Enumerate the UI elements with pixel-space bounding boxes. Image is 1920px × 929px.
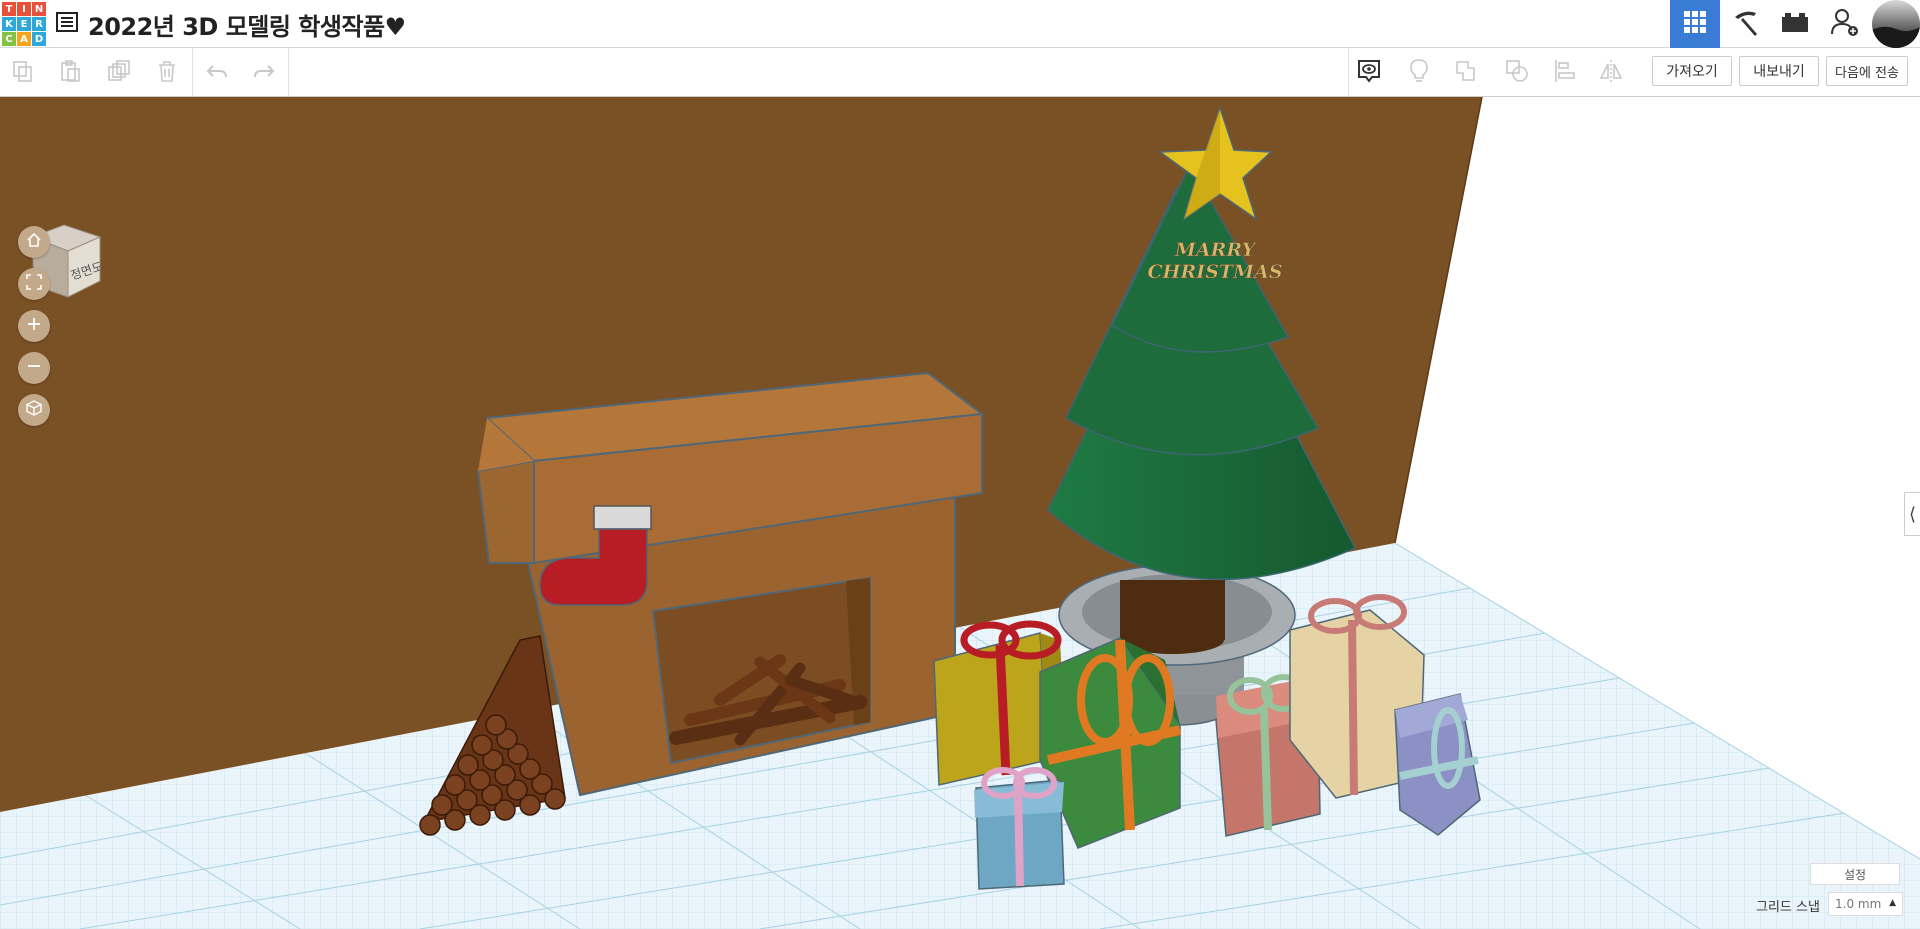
redo-button[interactable] <box>247 56 281 90</box>
grid-snap-label: 그리드 스냅 <box>1756 900 1820 915</box>
scene-text-line2[interactable]: CHRISTMAS <box>1147 261 1283 284</box>
header-actions <box>1670 0 1920 48</box>
grid-snap-value: 1.0 mm <box>1835 897 1882 911</box>
light-button[interactable] <box>1402 56 1436 90</box>
logo-letter: R <box>32 17 46 31</box>
cube-icon <box>26 400 42 420</box>
paste-button[interactable] <box>53 56 87 90</box>
toolbar-divider <box>288 48 289 96</box>
import-button[interactable]: 가져오기 <box>1652 56 1732 86</box>
ungroup-shapes-icon <box>1504 58 1530 88</box>
gift-blue[interactable] <box>974 767 1065 890</box>
toolbar-divider <box>1348 48 1349 96</box>
toolbar-divider <box>192 48 193 96</box>
grid-icon <box>1683 10 1707 38</box>
perspective-toggle-button[interactable] <box>18 394 50 426</box>
3d-design-view-button[interactable] <box>1670 0 1720 48</box>
fit-view-button[interactable] <box>18 268 50 300</box>
minus-icon <box>26 358 42 378</box>
logo-letter: T <box>2 2 16 16</box>
settings-button[interactable]: 설정 <box>1810 863 1900 885</box>
design-list-icon[interactable] <box>56 12 78 36</box>
logo-letter: C <box>2 32 16 46</box>
pickaxe-icon <box>1730 7 1760 41</box>
delete-button[interactable] <box>150 56 184 90</box>
panel-collapse-toggle[interactable]: ⟨ <box>1904 492 1920 536</box>
edit-toolbar: 가져오기 내보내기 다음에 전송 <box>0 48 1920 97</box>
caret-up-icon: ▲ <box>1889 898 1896 908</box>
undo-button[interactable] <box>200 56 234 90</box>
logo-letter: I <box>17 2 31 16</box>
scene-text-line1[interactable]: MARRY <box>1174 239 1258 262</box>
plus-icon <box>26 316 42 336</box>
duplicate-button[interactable] <box>102 56 136 90</box>
notes-button[interactable] <box>1352 56 1386 90</box>
logo-letter: N <box>32 2 46 16</box>
paste-icon <box>58 59 82 87</box>
fit-view-icon <box>26 274 42 294</box>
logo-letter: K <box>2 17 16 31</box>
redo-icon <box>252 59 276 87</box>
bricks-view-button[interactable] <box>1770 0 1820 48</box>
logo-letter: A <box>17 32 31 46</box>
tinkercad-logo[interactable]: TIN KER CAD <box>2 2 46 46</box>
zoom-out-button[interactable] <box>18 352 50 384</box>
mirror-icon <box>1598 58 1624 88</box>
top-bar: TIN KER CAD 2022년 3D 모델링 학생작품♥ <box>0 0 1920 48</box>
copy-icon <box>11 59 35 87</box>
chevron-left-icon: ⟨ <box>1908 503 1917 525</box>
title-area: 2022년 3D 모델링 학생작품♥ <box>56 7 406 42</box>
copy-button[interactable] <box>6 56 40 90</box>
group-shapes-icon <box>1454 58 1480 88</box>
grid-snap-select[interactable]: 1.0 mm ▲ <box>1828 892 1903 916</box>
duplicate-icon <box>107 59 131 87</box>
blocks-view-button[interactable] <box>1720 0 1770 48</box>
undo-icon <box>205 59 229 87</box>
workplane-viewport[interactable]: MARRY CHRISTMAS 정면도 ⟨ <box>0 97 1920 929</box>
mirror-button[interactable] <box>1594 56 1628 90</box>
add-user-icon <box>1830 7 1860 41</box>
logo-letter: E <box>17 17 31 31</box>
scene-canvas[interactable]: MARRY CHRISTMAS <box>0 97 1920 929</box>
home-view-button[interactable] <box>18 226 50 258</box>
ungroup-button[interactable] <box>1500 56 1534 90</box>
zoom-in-button[interactable] <box>18 310 50 342</box>
align-icon <box>1553 58 1577 88</box>
user-avatar[interactable] <box>1872 0 1920 48</box>
lightbulb-icon <box>1407 58 1431 88</box>
project-title[interactable]: 2022년 3D 모델링 학생작품♥ <box>88 7 406 42</box>
group-button[interactable] <box>1450 56 1484 90</box>
logo-letter: D <box>32 32 46 46</box>
send-to-button[interactable]: 다음에 전송 <box>1826 56 1908 86</box>
export-button[interactable]: 내보내기 <box>1739 56 1819 86</box>
home-icon <box>26 232 42 252</box>
notes-eye-icon <box>1355 57 1383 89</box>
add-user-button[interactable] <box>1820 0 1870 48</box>
trash-icon <box>155 59 179 87</box>
align-button[interactable] <box>1548 56 1582 90</box>
brick-icon <box>1781 11 1809 37</box>
